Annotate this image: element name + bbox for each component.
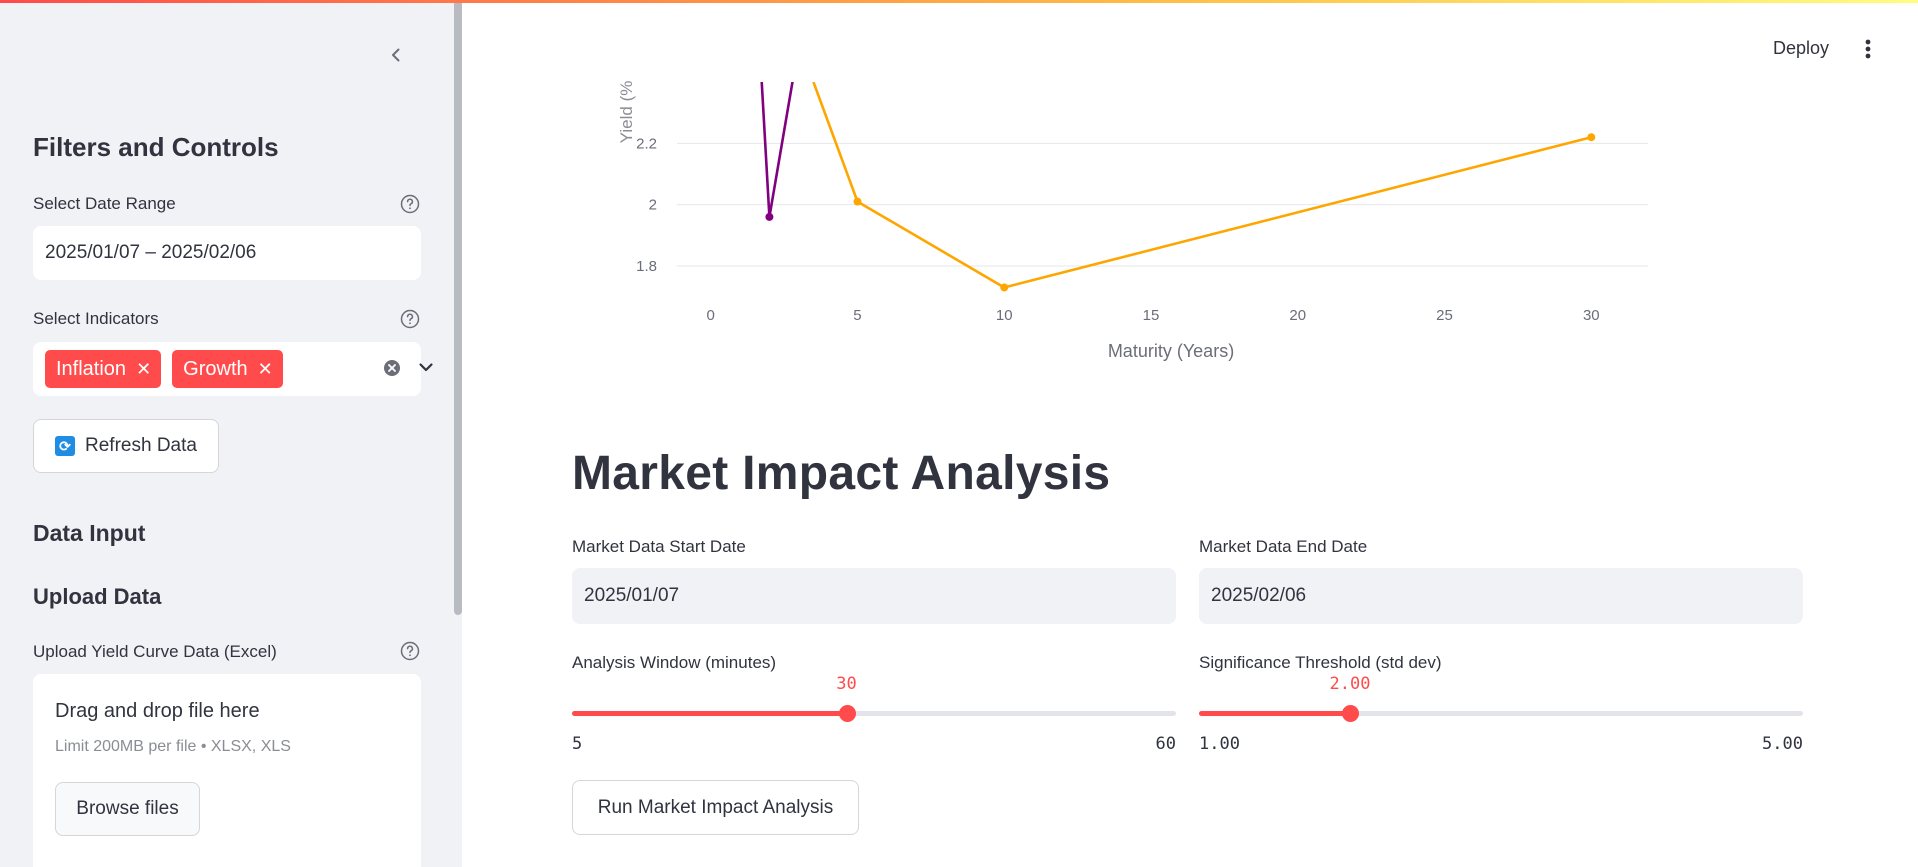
y-tick-label: 2 — [649, 197, 657, 214]
slider-min: 1.00 — [1199, 734, 1240, 754]
date-range-input[interactable]: 2025/01/07 – 2025/02/06 — [33, 226, 421, 280]
indicator-tag-label: Inflation — [56, 357, 127, 380]
x-tick-label: 10 — [996, 307, 1013, 324]
date-range-label: Select Date Range — [33, 194, 176, 213]
indicator-tag-label: Growth — [183, 357, 248, 380]
chevron-left-icon — [392, 48, 400, 62]
slider-value: 2.00 — [1329, 674, 1371, 694]
file-dropzone[interactable]: Drag and drop file here Limit 200MB per … — [33, 674, 421, 867]
dropzone-limit: Limit 200MB per file • XLSX, XLS — [55, 738, 291, 755]
significance-threshold-slider[interactable]: 2.00 1.00 5.00 — [1199, 674, 1803, 754]
x-tick-label: 15 — [1143, 307, 1160, 324]
slider-min: 5 — [572, 734, 583, 754]
end-date-input[interactable]: 2025/02/06 — [1199, 568, 1803, 624]
x-tick-label: 20 — [1289, 307, 1306, 324]
data-point[interactable] — [1587, 133, 1596, 142]
indicators-label: Select Indicators — [33, 309, 159, 328]
dropzone-title: Drag and drop file here — [55, 700, 260, 722]
indicator-tag: Inflation ✕ — [45, 350, 162, 388]
collapse-sidebar-button[interactable] — [382, 41, 410, 69]
page-title: Market Impact Analysis — [572, 447, 1111, 500]
refresh-data-button[interactable]: ⟳ Refresh Data — [33, 419, 219, 473]
series-line — [812, 82, 1592, 289]
deploy-button[interactable]: Deploy — [1773, 38, 1829, 59]
remove-tag-icon[interactable]: ✕ — [258, 359, 273, 380]
indicators-multiselect[interactable]: Inflation ✕ Growth ✕ — [33, 342, 433, 396]
slider-max: 60 — [1155, 734, 1176, 754]
end-date-label: Market Data End Date — [1199, 537, 1368, 556]
y-tick-label: 1.8 — [636, 258, 657, 275]
refresh-icon: ⟳ — [55, 436, 76, 456]
data-point[interactable] — [853, 197, 862, 206]
clear-selection-icon[interactable] — [383, 359, 401, 377]
help-icon[interactable] — [400, 309, 420, 329]
refresh-data-label: Refresh Data — [85, 435, 197, 456]
chevron-down-icon[interactable] — [417, 358, 435, 376]
series-line — [760, 82, 794, 219]
x-tick-label: 30 — [1583, 307, 1600, 324]
yield-curve-chart: 1.8 2 2.2 0 5 10 15 20 25 30 Maturity (Years) Yie… — [617, 81, 1648, 361]
run-analysis-button[interactable]: Run Market Impact Analysis — [572, 780, 859, 835]
slider-fill — [1199, 711, 1350, 716]
slider-thumb[interactable] — [1342, 705, 1359, 722]
upload-data-heading: Upload Data — [33, 584, 162, 609]
help-icon[interactable] — [400, 194, 420, 214]
sidebar-scrollbar[interactable] — [454, 0, 462, 615]
threshold-slider-label: Significance Threshold (std dev) — [1199, 653, 1442, 672]
slider-thumb[interactable] — [838, 705, 856, 722]
window-slider-label: Analysis Window (minutes) — [572, 653, 777, 672]
x-tick-label: 25 — [1436, 307, 1453, 324]
help-icon[interactable] — [400, 641, 420, 661]
remove-tag-icon[interactable]: ✕ — [136, 359, 151, 380]
slider-value: 30 — [836, 674, 857, 694]
y-axis-label: Yield (% — [617, 81, 636, 144]
filters-heading: Filters and Controls — [33, 132, 279, 162]
indicator-tag: Growth ✕ — [172, 350, 283, 388]
slider-fill — [572, 711, 847, 716]
data-input-heading: Data Input — [33, 520, 146, 546]
data-point[interactable] — [765, 212, 774, 221]
data-point[interactable] — [1000, 283, 1009, 292]
start-date-label: Market Data Start Date — [572, 537, 746, 556]
x-axis-label: Maturity (Years) — [1108, 341, 1234, 361]
start-date-input[interactable]: 2025/01/07 — [572, 568, 1176, 624]
more-options-icon[interactable] — [1858, 36, 1878, 62]
upload-label: Upload Yield Curve Data (Excel) — [33, 642, 277, 661]
browse-files-button[interactable]: Browse files — [55, 782, 200, 836]
slider-max: 5.00 — [1762, 734, 1803, 754]
x-tick-label: 5 — [853, 307, 861, 324]
sidebar: Filters and Controls Select Date Range 2… — [0, 0, 462, 867]
header-decoration-stripe — [0, 0, 1918, 3]
y-tick-label: 2.2 — [636, 135, 657, 152]
x-tick-label: 0 — [707, 307, 715, 324]
analysis-window-slider[interactable]: 30 5 60 — [572, 674, 1176, 754]
